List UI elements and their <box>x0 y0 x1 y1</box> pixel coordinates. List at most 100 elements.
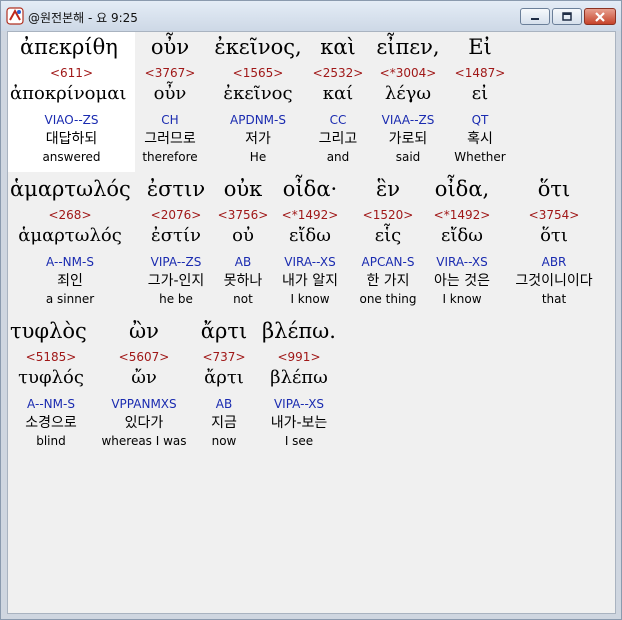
korean-gloss: 저가 <box>245 131 271 147</box>
korean-gloss: 그러므로 <box>144 131 196 147</box>
strong-number[interactable]: <991> <box>254 350 344 364</box>
lemma-word: εἴδω <box>289 225 331 246</box>
greek-word: Εἰ <box>468 35 492 59</box>
parse-code[interactable]: VIAA--ZS <box>368 113 448 127</box>
greek-word: ὅτι <box>537 177 571 201</box>
korean-gloss: 그리고 <box>318 131 358 147</box>
parse-code[interactable]: A--NM-S <box>8 255 132 269</box>
minimize-button[interactable] <box>520 8 550 25</box>
english-gloss: He <box>249 150 267 164</box>
word-block[interactable]: βλέπω. <991> βλέπω VIPA--XS 내가-보는 I see <box>254 316 344 456</box>
korean-gloss: 한 가지 <box>366 273 410 289</box>
word-block[interactable]: ἁμαρτωλός <268> ἁμαρτωλός A--NM-S 죄인 a s… <box>8 174 132 314</box>
strong-number[interactable]: <5607> <box>96 350 192 364</box>
parse-code[interactable]: AB <box>216 255 270 269</box>
english-gloss: I see <box>284 434 314 448</box>
greek-word: οὐκ <box>223 177 263 201</box>
word-block[interactable]: ἐκεῖνος, <1565> ἐκεῖνος APDNM-S 저가 He <box>206 32 310 172</box>
word-block[interactable]: εἶπεν, <*3004> λέγω VIAA--ZS 가로되 said <box>368 32 448 172</box>
word-block[interactable]: οὐκ <3756> οὐ AB 못하나 not <box>216 174 270 314</box>
title-bar[interactable]: @원전본해 - 요 9:25 <box>1 1 621 31</box>
lemma-word: οὐ <box>232 225 254 246</box>
greek-word: ἁμαρτωλός <box>10 177 131 201</box>
parse-code[interactable]: ABR <box>504 255 604 269</box>
maximize-button[interactable] <box>552 8 582 25</box>
app-logo-icon <box>6 7 24 25</box>
parse-code[interactable]: VIRA--XS <box>270 255 350 269</box>
word-block[interactable]: τυφλὸς <5185> τυφλός A--NM-S 소경으로 blind <box>8 316 94 456</box>
parse-code[interactable]: VIPA--XS <box>254 397 344 411</box>
maximize-icon <box>562 11 572 21</box>
korean-gloss: 가로되 <box>388 131 428 147</box>
close-button[interactable] <box>584 8 616 25</box>
strong-number[interactable]: <1520> <box>354 208 422 222</box>
strong-number[interactable]: <1487> <box>448 66 512 80</box>
strong-number[interactable]: <2532> <box>308 66 368 80</box>
word-block[interactable]: ὢν <5607> ὤν VPPANMXS 있다가 whereas I was <box>96 316 192 456</box>
korean-gloss: 내가 알지 <box>282 273 338 289</box>
strong-number[interactable]: <*3004> <box>368 66 448 80</box>
parse-code[interactable]: AB <box>194 397 254 411</box>
parse-code[interactable]: VIRA--XS <box>422 255 502 269</box>
parse-code[interactable]: APCAN-S <box>354 255 422 269</box>
strong-number[interactable]: <*1492> <box>422 208 502 222</box>
parse-code[interactable]: VIPA--ZS <box>136 255 216 269</box>
strong-number[interactable]: <5185> <box>8 350 94 364</box>
english-gloss: I know <box>290 292 330 306</box>
english-gloss: answered <box>42 150 101 164</box>
interlinear-text-area[interactable]: ἀπεκρίθη <611> ἀποκρίνομαι VIAO--ZS 대답하되… <box>7 31 616 614</box>
parse-code[interactable]: QT <box>448 113 512 127</box>
greek-word: ἐκεῖνος, <box>214 35 302 59</box>
strong-number[interactable]: <268> <box>8 208 132 222</box>
korean-gloss: 그가-인지 <box>147 273 205 289</box>
parse-code[interactable]: CH <box>135 113 205 127</box>
word-block[interactable]: ἀπεκρίθη <611> ἀποκρίνομαι VIAO--ZS 대답하되… <box>8 32 135 172</box>
english-gloss: not <box>233 292 253 306</box>
strong-number[interactable]: <*1492> <box>270 208 350 222</box>
word-block[interactable]: οἶδα, <*1492> εἴδω VIRA--XS 아는 것은 I know <box>422 174 502 314</box>
strong-number[interactable]: <737> <box>194 350 254 364</box>
korean-gloss: 대답하되 <box>45 131 98 147</box>
parse-code[interactable]: A--NM-S <box>8 397 94 411</box>
word-block[interactable]: ὅτι <3754> ὅτι ABR 그것이니이다 that <box>504 174 604 314</box>
lemma-word: ὤν <box>131 367 157 388</box>
korean-gloss: 죄인 <box>57 273 83 289</box>
english-gloss: Whether <box>454 150 506 164</box>
parse-code[interactable]: VIAO--ZS <box>8 113 135 127</box>
word-block[interactable]: ἐστιν <2076> ἐστίν VIPA--ZS 그가-인지 he be <box>136 174 216 314</box>
word-block[interactable]: Εἰ <1487> εἰ QT 혹시 Whether <box>448 32 512 172</box>
strong-number[interactable]: <3767> <box>135 66 205 80</box>
word-block[interactable]: οἶδα· <*1492> εἴδω VIRA--XS 내가 알지 I know <box>270 174 350 314</box>
korean-gloss: 있다가 <box>124 415 164 431</box>
parse-code[interactable]: APDNM-S <box>206 113 310 127</box>
english-gloss: said <box>395 150 421 164</box>
word-block[interactable]: καὶ <2532> καί CC 그리고 and <box>308 32 368 172</box>
word-block[interactable]: οὖν <3767> οὖν CH 그러므로 therefore <box>135 32 205 172</box>
lemma-word: οὖν <box>153 83 187 104</box>
greek-word: ἄρτι <box>200 319 248 343</box>
window-title: @원전본해 - 요 9:25 <box>28 11 138 25</box>
greek-word: ἀπεκρίθη <box>20 35 118 59</box>
korean-gloss: 혹시 <box>467 131 493 147</box>
lemma-word: εἷς <box>374 225 402 246</box>
greek-word: τυφλὸς <box>10 319 87 343</box>
greek-word: ὢν <box>129 319 159 343</box>
english-gloss: that <box>541 292 567 306</box>
word-block[interactable]: ἄρτι <737> ἄρτι AB 지금 now <box>194 316 254 456</box>
strong-number[interactable]: <611> <box>8 66 135 80</box>
word-block[interactable]: ἓν <1520> εἷς APCAN-S 한 가지 one thing <box>354 174 422 314</box>
strong-number[interactable]: <3754> <box>504 208 604 222</box>
lemma-word: εἴδω <box>441 225 483 246</box>
lemma-word: τυφλός <box>18 367 84 388</box>
lemma-word: ἁμαρτωλός <box>18 225 122 246</box>
strong-number[interactable]: <3756> <box>216 208 270 222</box>
lemma-word: εἰ <box>471 83 489 104</box>
strong-number[interactable]: <2076> <box>136 208 216 222</box>
korean-gloss: 그것이니이다 <box>515 273 593 289</box>
parse-code[interactable]: VPPANMXS <box>96 397 192 411</box>
parse-code[interactable]: CC <box>308 113 368 127</box>
greek-word: καὶ <box>320 35 356 59</box>
lemma-word: καί <box>322 83 354 104</box>
strong-number[interactable]: <1565> <box>206 66 310 80</box>
korean-gloss: 지금 <box>211 415 237 431</box>
